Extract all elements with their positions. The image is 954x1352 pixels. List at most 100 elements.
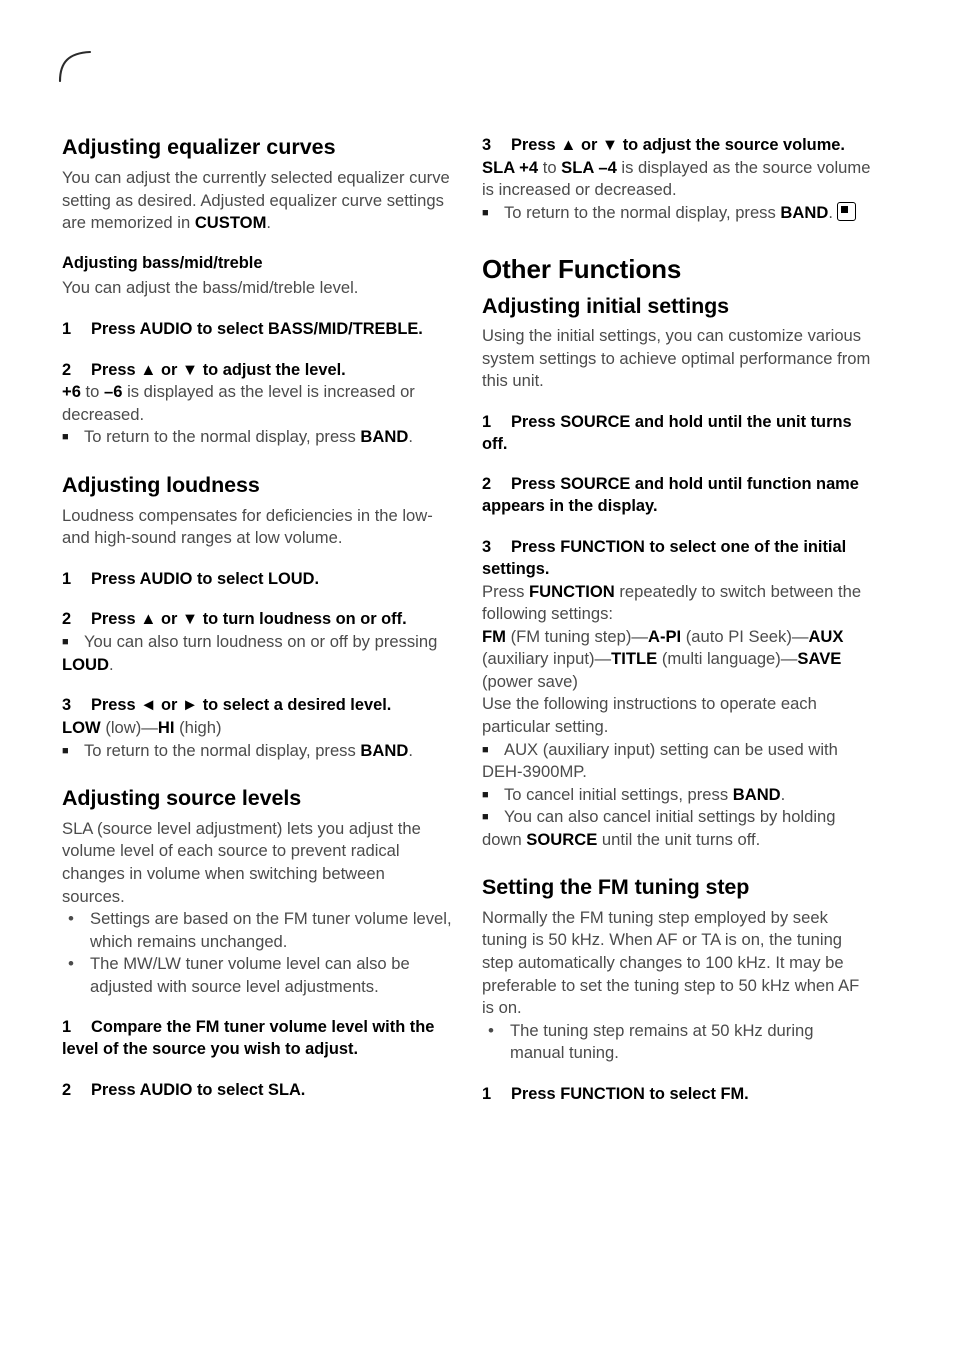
paragraph-settings-chain: FM (FM tuning step)—A-PI (auto PI Seek)—…	[482, 626, 872, 694]
paragraph-bass-intro: You can adjust the bass/mid/treble level…	[62, 278, 359, 298]
step-sla-3: 3 Press ▲ or ▼ to adjust the source volum…	[482, 135, 872, 157]
setting-save-desc: (power save)	[482, 671, 578, 691]
step-text: Press ▲ or ▼ to adjust the level.	[91, 360, 346, 379]
right-column: 3 Press ▲ or ▼ to adjust the source volum…	[482, 135, 872, 1106]
step-text: Press AUDIO to select BASS/MID/TREBLE.	[91, 319, 423, 338]
paragraph-initial-intro: Using the initial settings, you can cust…	[482, 326, 871, 391]
note-loud: LOUD	[62, 654, 110, 674]
note-period: .	[109, 654, 114, 674]
left-column: Adjusting equalizer curves You can adjus…	[62, 135, 452, 1102]
paragraph-loudness-intro: Loudness compensates for deficiencies in…	[62, 505, 433, 548]
list-sla-notes: Settings are based on the FM tuner volum…	[62, 907, 452, 998]
eq-intro-period: .	[266, 213, 272, 233]
note-bass-return: ■ To return to the normal display, press …	[62, 426, 452, 449]
note-tail: until the unit turns off.	[597, 829, 761, 849]
setting-api-desc: (auto PI Seek)—	[681, 626, 809, 646]
step-initial-2: 2 Press SOURCE and hold until function na…	[482, 474, 872, 518]
note-text: AUX (auxiliary input) setting can be use…	[482, 739, 838, 782]
heading-adjusting-source-levels: Adjusting source levels	[62, 786, 302, 811]
heading-adjusting-initial-settings: Adjusting initial settings	[482, 293, 730, 318]
step-number: 2	[62, 610, 72, 629]
step-text: Press FUNCTION to select FM.	[511, 1084, 749, 1103]
step-bass-2: 2 Press ▲ or ▼ to adjust the level.	[62, 360, 452, 382]
note-aux-compatibility: ■ AUX (auxiliary input) setting can be us…	[482, 739, 872, 784]
heading-other-functions: Other Functions	[482, 253, 682, 284]
note-text: To return to the normal display, press	[84, 740, 361, 760]
paragraph-bass-level-range: +6 to –6 is displayed as the level is in…	[62, 381, 452, 426]
square-bullet-icon: ■	[62, 636, 69, 649]
step-text: Press SOURCE and hold until the unit tur…	[482, 412, 852, 453]
step-number: 1	[62, 569, 72, 588]
step-text: Press SOURCE and hold until function nam…	[482, 475, 859, 516]
heading-adjusting-equalizer-curves: Adjusting equalizer curves	[62, 135, 336, 159]
range-low-label: (low)—	[100, 718, 158, 738]
note-loudness-toggle: ■ You can also turn loudness on or off by…	[62, 631, 452, 676]
sla-to: to	[538, 157, 562, 177]
paragraph-fm-intro: Normally the FM tuning step employed by …	[482, 907, 860, 1018]
step-number: 3	[482, 136, 492, 154]
square-bullet-icon: ■	[482, 206, 489, 219]
note-band: BAND	[360, 427, 409, 447]
step-number: 3	[482, 538, 492, 557]
list-item: Settings are based on the FM tuner volum…	[62, 907, 452, 953]
manual-page: Adjusting equalizer curves You can adjus…	[0, 0, 954, 1352]
paragraph-loudness-range: LOW (low)—HI (high)	[62, 717, 452, 740]
note-period: .	[780, 784, 786, 804]
step-number: 1	[482, 412, 492, 431]
paragraph-use-following: Use the following instructions to operat…	[482, 694, 817, 737]
setting-save: SAVE	[797, 649, 842, 669]
range-hi: HI	[157, 718, 175, 738]
heading-adjusting-loudness: Adjusting loudness	[62, 473, 260, 498]
list-item: The MW/LW tuner volume level can also be…	[62, 952, 452, 998]
heading-adjusting-bass-mid-treble: Adjusting bass/mid/treble	[62, 253, 263, 272]
note-text: To return to the normal display, press	[84, 427, 361, 447]
step-text: Press FUNCTION to select one of the init…	[482, 538, 847, 578]
paragraph-equalizer-intro: You can adjust the currently selected eq…	[62, 167, 452, 235]
step-text: Press AUDIO to select SLA.	[91, 1080, 306, 1099]
step-sla-1: 1 Compare the FM tuner volume level with …	[62, 1017, 452, 1061]
setting-title-desc: (multi language)—	[657, 649, 798, 669]
paragraph-press-function: Press FUNCTION repeatedly to switch betw…	[482, 581, 872, 626]
eq-intro-custom: CUSTOM	[194, 213, 267, 233]
note-cancel-holding-source: ■ You can also cancel initial settings by…	[482, 806, 872, 851]
step-loudness-3: 3 Press ◄ or ► to select a desired level.	[62, 695, 452, 717]
square-bullet-icon: ■	[482, 743, 489, 756]
setting-fm-desc: (FM tuning step)—	[505, 626, 648, 646]
press-pre: Press	[482, 581, 530, 601]
note-sla-return: ■ To return to the normal display, press …	[482, 201, 872, 225]
paragraph-sla-intro: SLA (source level adjustment) lets you a…	[62, 818, 421, 906]
level-max: +6	[62, 382, 81, 402]
step-number: 2	[62, 1080, 72, 1099]
step-text: Compare the FM tuner volume level with t…	[62, 1018, 435, 1059]
note-band: BAND	[360, 740, 409, 760]
sla-min: SLA –4	[561, 157, 617, 177]
setting-aux-desc: (auxiliary input)—	[482, 649, 612, 669]
step-loudness-2: 2 Press ▲ or ▼ to turn loudness on or off…	[62, 609, 452, 631]
step-number: 2	[62, 360, 72, 379]
two-column-body: Adjusting equalizer curves You can adjus…	[62, 135, 896, 1106]
note-period: .	[828, 202, 833, 222]
paragraph-sla-range: SLA +4 to SLA –4 is displayed as the sou…	[482, 157, 872, 202]
note-band: BAND	[732, 784, 781, 804]
end-of-section-marker-icon	[836, 201, 856, 221]
note-period: .	[408, 740, 413, 760]
note-band: BAND	[780, 202, 829, 222]
note-loudness-return: ■ To return to the normal display, press …	[62, 740, 452, 763]
step-text: Press ◄ or ► to select a desired level.	[91, 696, 392, 715]
note-text: To return to the normal display, press	[504, 202, 781, 222]
step-number: 1	[62, 319, 72, 338]
range-low: LOW	[62, 718, 101, 738]
square-bullet-icon: ■	[62, 431, 69, 444]
step-sla-2: 2 Press AUDIO to select SLA.	[62, 1080, 452, 1102]
note-text: To cancel initial settings, press	[504, 784, 733, 804]
